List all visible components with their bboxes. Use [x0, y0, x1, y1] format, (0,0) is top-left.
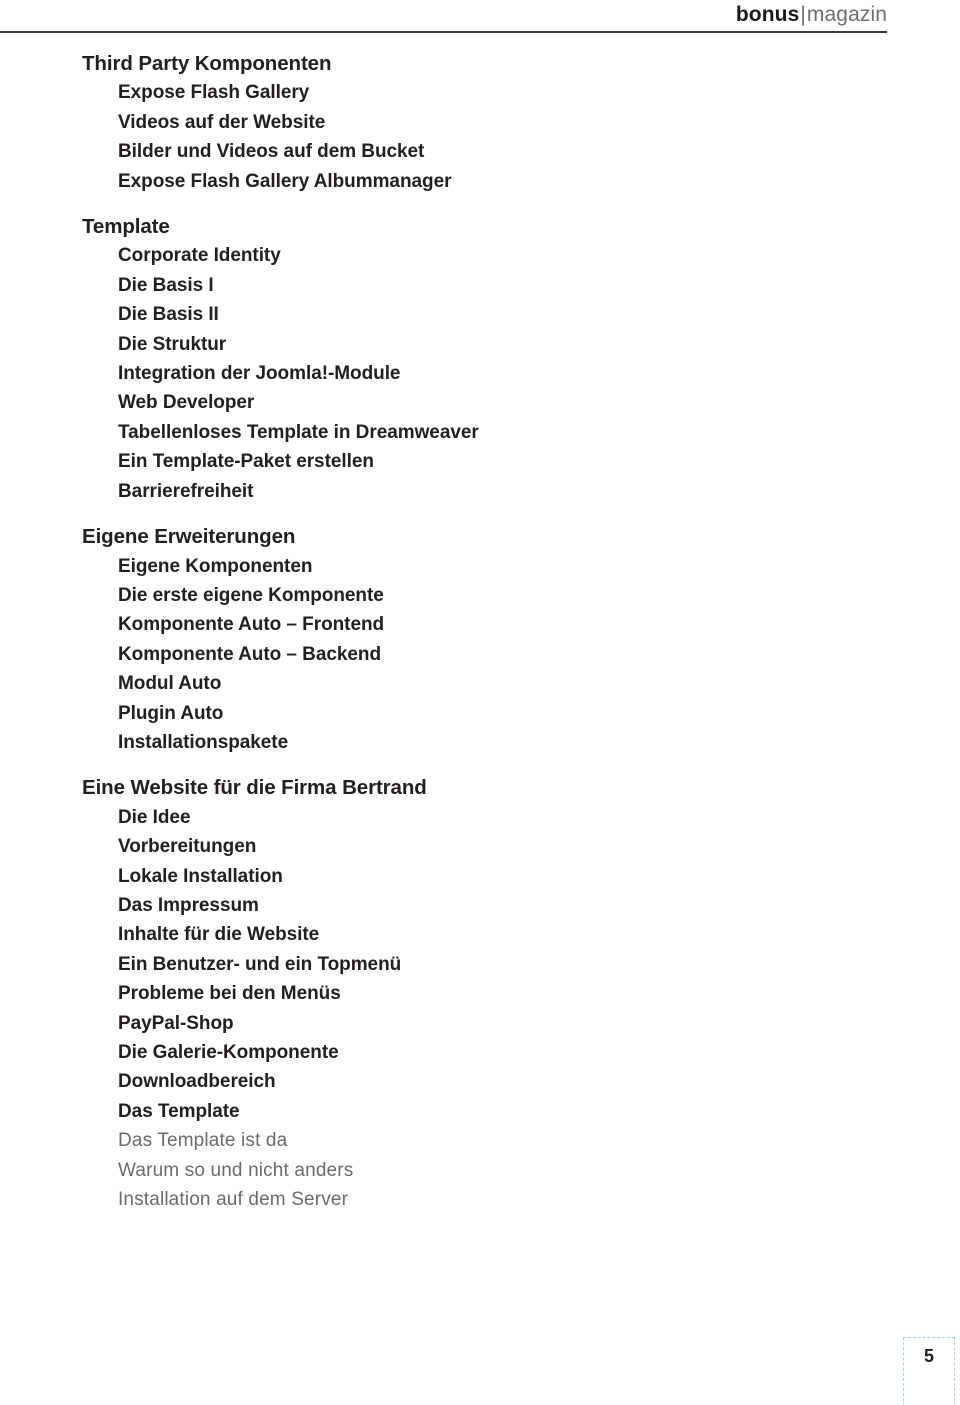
- toc-entry[interactable]: Web Developer: [82, 388, 782, 417]
- toc-entry[interactable]: Tabellenloses Template in Dreamweaver: [82, 418, 782, 447]
- toc-entry[interactable]: Videos auf der Website: [82, 108, 782, 137]
- toc-entry[interactable]: Lokale Installation: [82, 862, 782, 891]
- page-header: bonus|magazin: [0, 0, 960, 40]
- toc-entry[interactable]: Probleme bei den Menüs: [82, 979, 782, 1008]
- toc-section: Eigene Erweiterungen Eigene Komponenten Di…: [82, 522, 782, 757]
- toc-section-heading[interactable]: Eigene Erweiterungen: [82, 522, 782, 551]
- toc-entry[interactable]: Die erste eigene Komponente: [82, 581, 782, 610]
- magazine-logo: bonus|magazin: [736, 2, 887, 28]
- toc-entry[interactable]: Das Template: [82, 1097, 782, 1126]
- toc-entry[interactable]: Integration der Joomla!-Module: [82, 359, 782, 388]
- toc-entry[interactable]: Expose Flash Gallery: [82, 78, 782, 107]
- toc-entry[interactable]: Plugin Auto: [82, 699, 782, 728]
- toc-section: Template Corporate Identity Die Basis I Die…: [82, 212, 782, 506]
- toc-entry[interactable]: Das Template ist da: [82, 1126, 782, 1155]
- toc-entry[interactable]: Die Basis I: [82, 271, 782, 300]
- toc-entry[interactable]: Komponente Auto – Backend: [82, 640, 782, 669]
- document-page: bonus|magazin Third Party Komponenten Exp…: [0, 0, 960, 1405]
- toc-entry[interactable]: Barrierefreiheit: [82, 477, 782, 506]
- toc-entry[interactable]: Expose Flash Gallery Albummanager: [82, 167, 782, 196]
- toc-entry[interactable]: Ein Template-Paket erstellen: [82, 447, 782, 476]
- toc-entry[interactable]: Das Impressum: [82, 891, 782, 920]
- toc-entry[interactable]: Komponente Auto – Frontend: [82, 610, 782, 639]
- toc-entry[interactable]: Die Struktur: [82, 330, 782, 359]
- toc-entry[interactable]: Die Galerie-Komponente: [82, 1038, 782, 1067]
- toc-entry[interactable]: Die Basis II: [82, 300, 782, 329]
- toc-entry[interactable]: Bilder und Videos auf dem Bucket: [82, 137, 782, 166]
- toc-section: Third Party Komponenten Expose Flash Gall…: [82, 49, 782, 196]
- toc-entry[interactable]: Ein Benutzer- und ein Topmenü: [82, 950, 782, 979]
- toc-entry[interactable]: Warum so und nicht anders: [82, 1156, 782, 1185]
- toc-entry[interactable]: Installation auf dem Server: [82, 1185, 782, 1214]
- toc-section-heading[interactable]: Third Party Komponenten: [82, 49, 782, 78]
- toc-entry[interactable]: Vorbereitungen: [82, 832, 782, 861]
- toc-entry[interactable]: Die Idee: [82, 803, 782, 832]
- toc-section: Eine Website für die Firma Bertrand Die I…: [82, 773, 782, 1214]
- brand-name-light: magazin: [806, 3, 887, 26]
- toc-entry[interactable]: Modul Auto: [82, 669, 782, 698]
- toc-section-heading[interactable]: Template: [82, 212, 782, 241]
- toc-section-heading[interactable]: Eine Website für die Firma Bertrand: [82, 773, 782, 802]
- page-number: 5: [923, 1345, 934, 1366]
- toc-entry[interactable]: Installationspakete: [82, 728, 782, 757]
- brand-separator: |: [800, 3, 806, 26]
- toc-entry[interactable]: Corporate Identity: [82, 241, 782, 270]
- header-divider-rule: [0, 31, 887, 33]
- table-of-contents: Third Party Komponenten Expose Flash Gall…: [82, 49, 782, 1214]
- brand-name-strong: bonus: [735, 3, 800, 26]
- toc-entry[interactable]: Inhalte für die Website: [82, 920, 782, 949]
- toc-entry[interactable]: PayPal-Shop: [82, 1009, 782, 1038]
- toc-entry[interactable]: Downloadbereich: [82, 1067, 782, 1096]
- toc-entry[interactable]: Eigene Komponenten: [82, 552, 782, 581]
